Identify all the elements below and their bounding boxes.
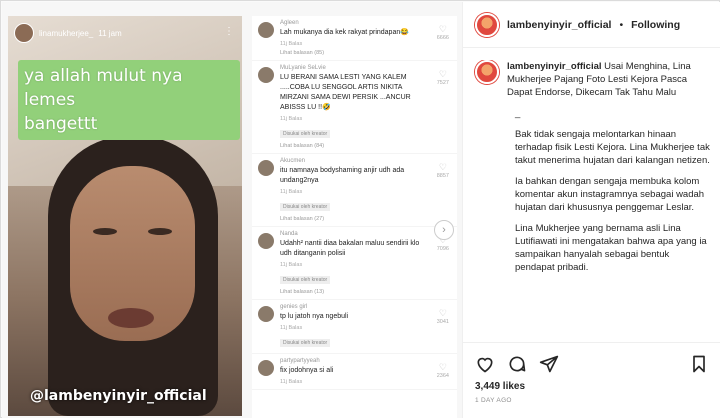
following-button[interactable]: Following	[631, 19, 680, 31]
comment-item: MuLyanie SeLvie LU BERANI SAMA LESTI YAN…	[252, 61, 457, 154]
comment-meta: 11j Balas	[280, 379, 303, 385]
heart-icon: ♡	[438, 308, 447, 318]
share-icon[interactable]	[539, 354, 559, 374]
comment-likes: ♡ 3041	[437, 308, 449, 325]
caption-paragraph: Bak tidak sengaja melontarkan hinaan ter…	[515, 129, 710, 166]
header-username[interactable]: lambenyinyir_official	[507, 19, 611, 31]
comment-item: Agleen Lah mukanya dia kek rakyat prinda…	[252, 16, 457, 61]
comment-likes: ♡ 2364	[437, 362, 449, 379]
comment-user: genies girl	[280, 304, 308, 310]
comment-meta: 11j Balas	[280, 189, 303, 195]
caption-username[interactable]: lambenyinyir_official	[507, 61, 602, 72]
person-mouth	[108, 308, 154, 328]
comment-user: Akucmen	[280, 158, 306, 164]
post-timestamp: 1 DAY AGO	[475, 397, 512, 404]
comment-user: Agleen	[280, 20, 299, 26]
comment-text: itu namnaya bodyshaming anjir udh ada un…	[280, 167, 405, 184]
comment-like-count: 2364	[436, 373, 449, 379]
bookmark-icon[interactable]	[689, 354, 709, 374]
post-header: lambenyinyir_official • Following	[463, 2, 720, 48]
comment-like-count: 3041	[436, 319, 449, 325]
caption-text: lambenyinyir_official Usai Menghina, Lin…	[507, 60, 709, 99]
comment-avatar	[258, 360, 274, 376]
creator-liked-chip: Disukai oleh kreator	[280, 203, 331, 211]
heart-icon: ♡	[438, 362, 447, 372]
heart-icon: ♡	[438, 162, 447, 172]
comment-avatar	[258, 22, 274, 38]
comment-user: MuLyanie SeLvie	[280, 65, 326, 71]
comment-meta: 11j Balas	[280, 41, 303, 47]
post-sidebar: lambenyinyir_official • Following lamben…	[462, 2, 720, 418]
comment-item: Nanda Udahh² nantii diaa bakalan maluu s…	[252, 227, 457, 300]
separator-dot: •	[619, 18, 624, 31]
action-icons	[475, 353, 709, 375]
comment-replies: Lihat balasan (13)	[280, 289, 325, 295]
watermark-text: @lambenyinyir_official	[30, 388, 207, 404]
caption-dash: _	[515, 108, 521, 119]
video-time: 11 jam	[98, 28, 122, 38]
comment-avatar	[258, 160, 274, 176]
comment-text: tp lu jatoh nya ngebuli	[280, 313, 349, 320]
comment-icon[interactable]	[507, 354, 527, 374]
comment-likes: ♡ 7527	[437, 69, 449, 86]
video-avatar	[14, 23, 34, 43]
video-screenshot: linamukherjee_ 11 jam ⋮ ya allah mulut n…	[8, 16, 242, 416]
avatar[interactable]	[475, 12, 499, 37]
more-dots-icon: ⋮	[224, 26, 234, 37]
comment-like-count: 8857	[436, 173, 449, 179]
comment-text: Udahh² nantii diaa bakalan maluu sendiri…	[280, 240, 420, 257]
comment-avatar	[258, 67, 274, 83]
comment-item: genies girl tp lu jatoh nya ngebuli 11j …	[252, 300, 457, 354]
post-media: linamukherjee_ 11 jam ⋮ ya allah mulut n…	[2, 2, 462, 418]
heart-icon: ♡	[438, 24, 447, 34]
creator-liked-chip: Disukai oleh kreator	[280, 339, 331, 347]
caption-row: lambenyinyir_official Usai Menghina, Lin…	[475, 60, 709, 99]
chevron-right-icon[interactable]: ›	[434, 220, 454, 240]
comment-user: Nanda	[280, 231, 298, 237]
creator-liked-chip: Disukai oleh kreator	[280, 276, 331, 284]
comment-meta: 11j Balas	[280, 325, 303, 331]
comment-item: Akucmen itu namnaya bodyshaming anjir ud…	[252, 154, 457, 227]
comment-replies: Lihat balasan (85)	[280, 50, 325, 56]
comment-likes: ♡ 8857	[437, 162, 449, 179]
creator-liked-chip: Disukai oleh kreator	[280, 130, 331, 138]
person-eye	[148, 228, 172, 235]
comment-replies: Lihat balasan (84)	[280, 143, 325, 149]
video-username: linamukherjee_	[39, 28, 94, 38]
comment-like-count: 7096	[436, 246, 449, 252]
comment-avatar	[258, 233, 274, 249]
caption-area: lambenyinyir_official Usai Menghina, Lin…	[463, 60, 720, 340]
likes-count[interactable]: 3,449 likes	[475, 381, 709, 392]
comment-like-count: 6666	[436, 35, 449, 41]
comment-text: LU BERANI SAMA LESTI YANG KALEM .....COB…	[280, 74, 411, 111]
caption-paragraph: Ia bahkan dengan sengaja membuka kolom k…	[515, 176, 705, 213]
comment-meta: 11j Balas	[280, 116, 303, 122]
comment-user: partypartyyeah	[280, 358, 320, 364]
video-caption-line: ya allah mulut nya lemes	[24, 66, 183, 110]
comment-meta: 11j Balas	[280, 262, 303, 268]
heart-icon: ♡	[438, 69, 447, 79]
comment-text: fix jodohnya si ali	[280, 367, 334, 374]
video-top-bar: linamukherjee_ 11 jam	[8, 16, 242, 50]
comment-text: Lah mukanya dia kek rakyat prindapan😂	[280, 29, 409, 36]
comment-item: partypartyyeah fix jodohnya si ali 11j B…	[252, 354, 457, 390]
caption-avatar[interactable]	[475, 60, 499, 84]
video-caption-box: ya allah mulut nya lemes bangettt	[18, 60, 240, 140]
comment-replies: Lihat balasan (27)	[280, 216, 325, 222]
comment-like-count: 7527	[436, 80, 449, 86]
comments-screenshot: Agleen Lah mukanya dia kek rakyat prinda…	[252, 16, 457, 418]
person-eye	[93, 228, 117, 235]
video-caption-line: bangettt	[24, 114, 98, 134]
caption-paragraph: Lina Mukherjee yang bernama asli Lina Lu…	[515, 223, 707, 273]
post-actions: 3,449 likes 1 DAY AGO	[463, 342, 720, 404]
instagram-post-modal: linamukherjee_ 11 jam ⋮ ya allah mulut n…	[0, 0, 720, 418]
comment-likes: ♡ 6666	[437, 24, 449, 41]
heart-icon[interactable]	[475, 354, 495, 374]
comment-avatar	[258, 306, 274, 322]
